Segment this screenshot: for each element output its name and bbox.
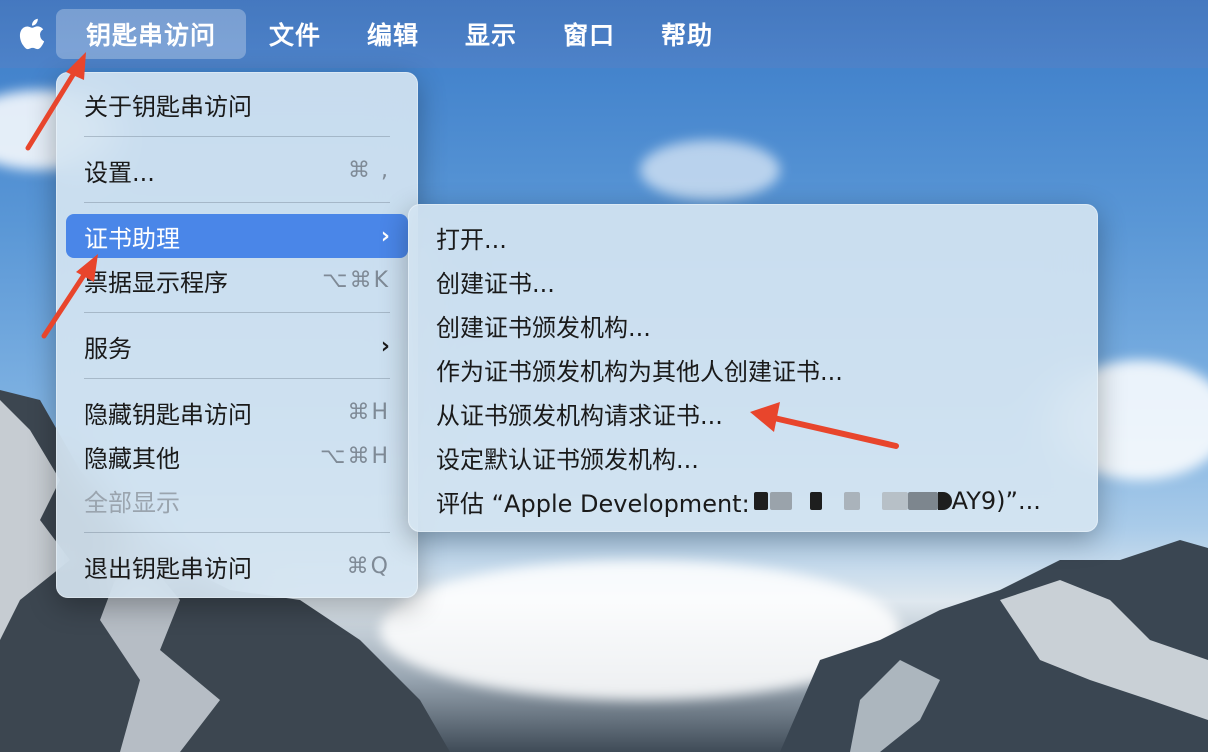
menubar-window[interactable]: 窗口: [540, 9, 638, 59]
menu-separator: [84, 136, 390, 137]
menu-item-about[interactable]: 关于钥匙串访问: [66, 82, 408, 126]
menu-separator: [84, 202, 390, 203]
redacted-block: [753, 492, 768, 510]
apple-logo-icon[interactable]: [16, 17, 46, 51]
menu-item-hide-others[interactable]: 隐藏其他 ⌥⌘H: [66, 434, 408, 478]
shortcut-label: ⌘ ,: [348, 157, 390, 183]
menu-item-label: 设置...: [84, 158, 155, 187]
menu-item-label: 票据显示程序: [84, 268, 228, 297]
menubar-view[interactable]: 显示: [442, 9, 540, 59]
menu-item-show-all: 全部显示: [66, 478, 408, 522]
shortcut-label: ⌥⌘H: [320, 443, 390, 469]
chevron-right-icon: ›: [380, 333, 390, 359]
menu-item-label: 隐藏其他: [84, 444, 180, 473]
redacted-block: [809, 492, 822, 510]
menu-item-label: 隐藏钥匙串访问: [84, 400, 252, 429]
certificate-assistant-submenu: 打开... 创建证书... 创建证书颁发机构... 作为证书颁发机构为其他人创建…: [408, 204, 1098, 532]
menubar-help[interactable]: 帮助: [638, 9, 736, 59]
menu-bar: 钥匙串访问 文件 编辑 显示 窗口 帮助: [0, 0, 1208, 68]
menu-item-quit[interactable]: 退出钥匙串访问 ⌘Q: [66, 544, 408, 588]
chevron-right-icon: ›: [380, 223, 390, 249]
shortcut-label: ⌥⌘K: [322, 267, 390, 293]
keychain-access-menu: 关于钥匙串访问 设置... ⌘ , 证书助理 › 票据显示程序 ⌥⌘K 服务 ›…: [56, 72, 418, 598]
menubar-file[interactable]: 文件: [246, 9, 344, 59]
redacted-block: [881, 492, 908, 510]
redacted-block: [769, 492, 792, 510]
menu-item-services[interactable]: 服务 ›: [66, 324, 408, 368]
menu-item-label: 服务: [84, 334, 132, 363]
menu-item-label: 关于钥匙串访问: [84, 92, 252, 121]
menu-item-label: 退出钥匙串访问: [84, 554, 252, 583]
menu-separator: [84, 378, 390, 379]
menu-item-hide[interactable]: 隐藏钥匙串访问 ⌘H: [66, 390, 408, 434]
menu-separator: [84, 532, 390, 533]
submenu-item-create-cert-for-others[interactable]: 作为证书颁发机构为其他人创建证书...: [418, 347, 1088, 391]
menu-separator: [84, 312, 390, 313]
submenu-item-evaluate[interactable]: 评估 “Apple Development: AY9)”...: [418, 479, 1088, 523]
evaluate-label: 评估 “Apple Development:: [436, 489, 750, 518]
menu-item-label: 全部显示: [84, 488, 180, 517]
submenu-item-create-ca[interactable]: 创建证书颁发机构...: [418, 303, 1088, 347]
menu-item-ticket-viewer[interactable]: 票据显示程序 ⌥⌘K: [66, 258, 408, 302]
shortcut-label: ⌘H: [347, 399, 390, 425]
redacted-block: [843, 492, 860, 510]
submenu-item-set-default-ca[interactable]: 设定默认证书颁发机构...: [418, 435, 1088, 479]
menubar-edit[interactable]: 编辑: [344, 9, 442, 59]
redacted-block: [907, 492, 938, 510]
redacted-block: [937, 492, 952, 510]
submenu-item-open[interactable]: 打开...: [418, 215, 1088, 259]
submenu-item-create-certificate[interactable]: 创建证书...: [418, 259, 1088, 303]
menu-item-settings[interactable]: 设置... ⌘ ,: [66, 148, 408, 192]
menu-item-certificate-assistant[interactable]: 证书助理 ›: [66, 214, 408, 258]
menubar-keychain-access[interactable]: 钥匙串访问: [56, 9, 247, 59]
shortcut-label: ⌘Q: [346, 553, 390, 579]
evaluate-suffix: AY9)”...: [951, 487, 1041, 515]
menu-item-label: 证书助理: [84, 224, 180, 253]
submenu-item-request-cert-from-ca[interactable]: 从证书颁发机构请求证书...: [418, 391, 1088, 435]
